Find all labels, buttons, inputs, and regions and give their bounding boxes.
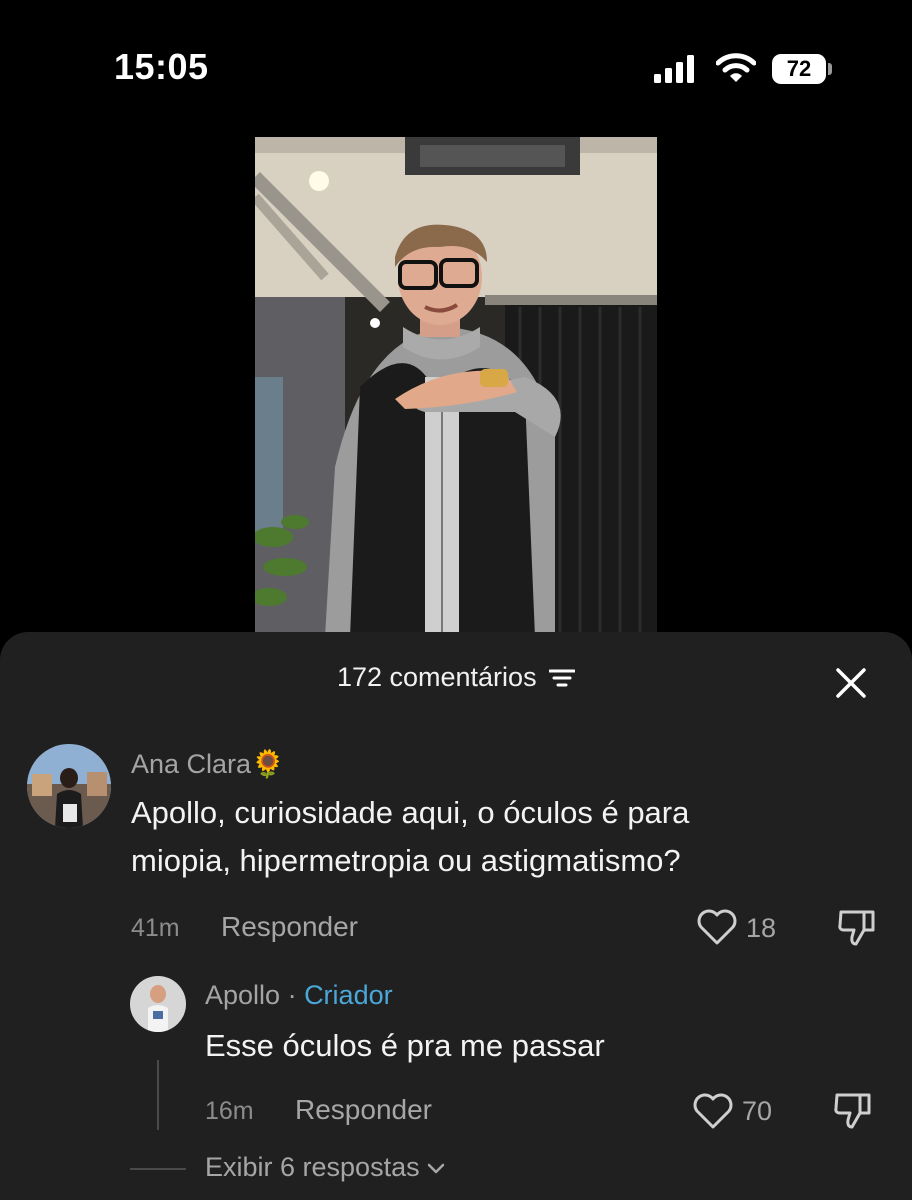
comment-text-line: miopia, hipermetropia ou astigmatismo? <box>131 843 681 878</box>
status-time: 15:05 <box>114 46 209 87</box>
separator: · <box>280 980 305 1010</box>
comment-count: 172 comentários <box>336 662 537 692</box>
like-count: 18 <box>746 913 777 943</box>
chevron-down-icon <box>427 1163 444 1174</box>
comment-username[interactable]: Ana Clara🌻 <box>131 748 285 780</box>
comments-header: 172 comentários <box>0 662 912 702</box>
close-icon[interactable] <box>834 666 868 700</box>
dislike-icon[interactable] <box>836 908 878 948</box>
wifi-icon <box>716 53 756 82</box>
reply-time: 16m <box>205 1097 254 1125</box>
view-more-replies-label: Exibir 6 respostas <box>205 1152 420 1182</box>
comment-text-line: Apollo, curiosidade aqui, o óculos é par… <box>131 795 690 830</box>
reply-username[interactable]: Apollo <box>205 980 280 1010</box>
cellular-signal-icon <box>654 55 694 83</box>
like-count: 70 <box>742 1096 773 1126</box>
comment-text: Apollo, curiosidade aqui, o óculos é par… <box>131 789 689 885</box>
creator-badge: Criador <box>304 980 393 1010</box>
reply-button[interactable]: Responder <box>295 1094 432 1126</box>
battery-level: 72 <box>786 56 812 81</box>
dislike-icon[interactable] <box>832 1091 874 1131</box>
heart-icon[interactable] <box>692 1092 734 1130</box>
status-bar: 15:05 72 <box>0 0 912 130</box>
avatar[interactable] <box>130 976 186 1032</box>
reply-button[interactable]: Responder <box>221 911 358 943</box>
video-frame[interactable] <box>255 137 657 637</box>
comment-time: 41m <box>131 914 180 942</box>
reply-text: Esse óculos é pra me passar <box>205 1028 605 1063</box>
heart-icon[interactable] <box>696 908 738 946</box>
reply-username-line: Apollo · Criador <box>205 980 393 1011</box>
battery-icon: 72 <box>772 54 832 84</box>
view-more-replies[interactable]: Exibir 6 respostas <box>205 1152 446 1183</box>
thread-line <box>157 1060 159 1130</box>
avatar[interactable] <box>27 744 111 828</box>
sort-filter-icon[interactable] <box>549 667 576 689</box>
more-replies-line <box>130 1168 186 1170</box>
